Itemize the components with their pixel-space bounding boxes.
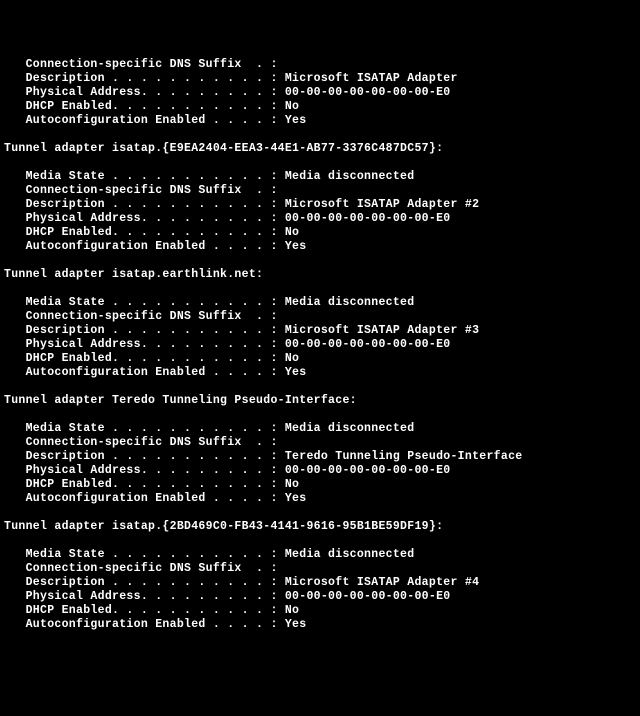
adapter-field: DHCP Enabled. . . . . . . . . . . : No	[4, 352, 636, 366]
adapter-field: Connection-specific DNS Suffix . :	[4, 562, 636, 576]
adapter-field: Autoconfiguration Enabled . . . . : Yes	[4, 114, 636, 128]
adapter-field: Physical Address. . . . . . . . . : 00-0…	[4, 464, 636, 478]
adapter-field: Media State . . . . . . . . . . . : Medi…	[4, 170, 636, 184]
adapter-field: Media State . . . . . . . . . . . : Medi…	[4, 296, 636, 310]
adapter-field: Media State . . . . . . . . . . . : Medi…	[4, 548, 636, 562]
terminal-output: Connection-specific DNS Suffix . : Descr…	[4, 58, 636, 646]
adapter-field: Description . . . . . . . . . . . : Micr…	[4, 324, 636, 338]
adapter-header: Tunnel adapter isatap.earthlink.net:	[4, 268, 636, 282]
adapter-header: Tunnel adapter isatap.{2BD469C0-FB43-414…	[4, 520, 636, 534]
adapter-field: Connection-specific DNS Suffix . :	[4, 58, 636, 72]
blank-line	[4, 380, 636, 394]
adapter-field: Connection-specific DNS Suffix . :	[4, 310, 636, 324]
adapter-field: Description . . . . . . . . . . . : Micr…	[4, 72, 636, 86]
adapter-field: Autoconfiguration Enabled . . . . : Yes	[4, 366, 636, 380]
blank-line	[4, 156, 636, 170]
adapter-field: Physical Address. . . . . . . . . : 00-0…	[4, 590, 636, 604]
blank-line	[4, 534, 636, 548]
adapter-header: Tunnel adapter isatap.{E9EA2404-EEA3-44E…	[4, 142, 636, 156]
adapter-header: Tunnel adapter Teredo Tunneling Pseudo-I…	[4, 394, 636, 408]
blank-line	[4, 632, 636, 646]
blank-line	[4, 282, 636, 296]
adapter-field: Media State . . . . . . . . . . . : Medi…	[4, 422, 636, 436]
adapter-field: Description . . . . . . . . . . . : Tere…	[4, 450, 636, 464]
adapter-field: DHCP Enabled. . . . . . . . . . . : No	[4, 100, 636, 114]
blank-line	[4, 128, 636, 142]
adapter-field: DHCP Enabled. . . . . . . . . . . : No	[4, 604, 636, 618]
adapter-field: DHCP Enabled. . . . . . . . . . . : No	[4, 478, 636, 492]
adapter-field: Autoconfiguration Enabled . . . . : Yes	[4, 618, 636, 632]
adapter-field: Autoconfiguration Enabled . . . . : Yes	[4, 240, 636, 254]
adapter-field: Connection-specific DNS Suffix . :	[4, 436, 636, 450]
adapter-field: Description . . . . . . . . . . . : Micr…	[4, 576, 636, 590]
adapter-field: Physical Address. . . . . . . . . : 00-0…	[4, 338, 636, 352]
blank-line	[4, 408, 636, 422]
adapter-field: DHCP Enabled. . . . . . . . . . . : No	[4, 226, 636, 240]
adapter-field: Connection-specific DNS Suffix . :	[4, 184, 636, 198]
adapter-field: Physical Address. . . . . . . . . : 00-0…	[4, 212, 636, 226]
blank-line	[4, 254, 636, 268]
adapter-field: Physical Address. . . . . . . . . : 00-0…	[4, 86, 636, 100]
blank-line	[4, 506, 636, 520]
adapter-field: Description . . . . . . . . . . . : Micr…	[4, 198, 636, 212]
